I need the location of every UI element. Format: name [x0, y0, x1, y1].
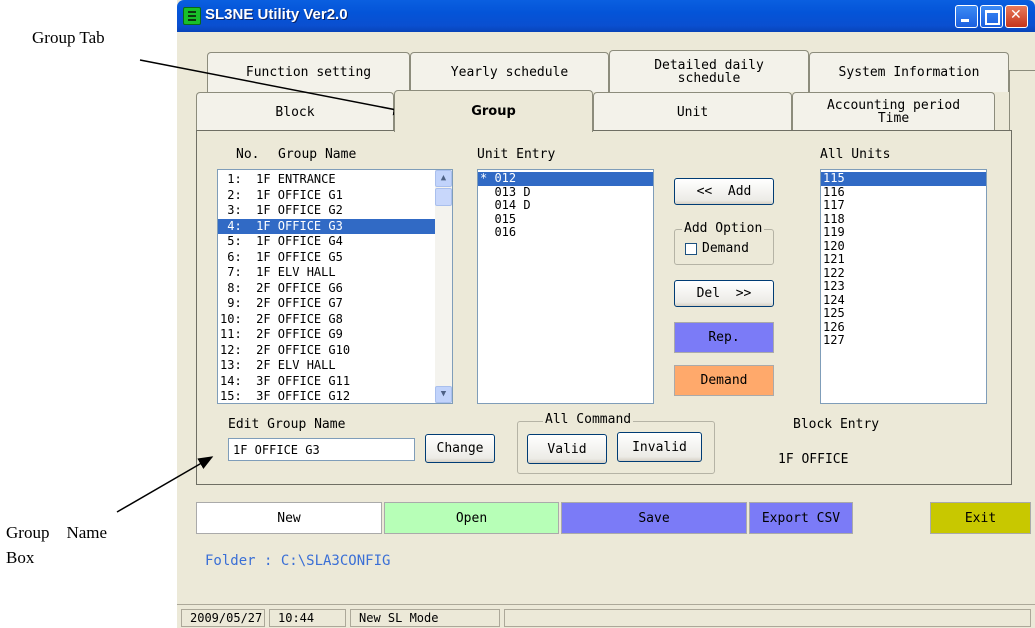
status-mode: New SL Mode: [350, 609, 500, 627]
annotation-group-tab: Group Tab: [32, 28, 105, 47]
unit-entry-list[interactable]: * 012 013 D 014 D 015 016: [477, 169, 654, 404]
scrollbar-thumb[interactable]: [435, 188, 452, 206]
group-list-item[interactable]: 2: 1F OFFICE G1: [218, 188, 436, 204]
all-units-item[interactable]: 117: [821, 198, 986, 213]
edit-group-name-label: Edit Group Name: [228, 417, 346, 432]
tab-row-edge: [1009, 70, 1035, 131]
group-name-input[interactable]: [228, 438, 415, 461]
tab-group[interactable]: Group: [394, 90, 593, 132]
all-units-list[interactable]: 115 116 117 118 119 120 121 122 123 124 125 126 127: [820, 169, 987, 404]
all-units-item[interactable]: 119: [821, 225, 986, 240]
all-units-item[interactable]: 120: [821, 239, 986, 254]
tab-unit[interactable]: Unit: [593, 92, 792, 131]
folder-path: Folder : C:\SLA3CONFIG: [205, 553, 391, 569]
tab-block[interactable]: Block: [196, 92, 394, 131]
rep-button[interactable]: Rep.: [674, 322, 774, 353]
group-list-item[interactable]: 15: 3F OFFICE G12: [218, 389, 436, 403]
unit-entry-item[interactable]: * 012: [478, 171, 653, 186]
all-units-item[interactable]: 121: [821, 252, 986, 267]
window-title: SL3NE Utility Ver2.0: [205, 6, 348, 23]
exit-button[interactable]: Exit: [930, 502, 1031, 534]
status-time: 10:44: [269, 609, 346, 627]
group-list-item[interactable]: 10: 2F OFFICE G8: [218, 312, 436, 328]
all-units-item[interactable]: 115: [821, 171, 986, 186]
block-entry-value: 1F OFFICE: [778, 452, 849, 467]
all-units-item[interactable]: 126: [821, 320, 986, 335]
header-unit-entry: Unit Entry: [477, 147, 556, 162]
annotation-group-name-box-1: Group Name: [6, 523, 108, 542]
scroll-down-icon[interactable]: ▼: [435, 386, 452, 403]
tab-detailed-daily-schedule[interactable]: Detailed daily schedule: [609, 50, 809, 92]
group-list-item[interactable]: 13: 2F ELV HALL: [218, 358, 436, 374]
valid-button[interactable]: Valid: [527, 434, 607, 464]
group-list-item[interactable]: 14: 3F OFFICE G11: [218, 374, 436, 390]
all-units-item[interactable]: 116: [821, 185, 986, 200]
group-list-scrollbar[interactable]: ▲ ▼: [435, 170, 452, 403]
demand-checkbox-label: Demand: [702, 241, 749, 256]
demand-button[interactable]: Demand: [674, 365, 774, 396]
unit-entry-item[interactable]: 014 D: [478, 198, 653, 213]
add-button[interactable]: << Add: [674, 178, 774, 205]
tab-function-setting[interactable]: Function setting: [207, 52, 410, 92]
scroll-up-icon[interactable]: ▲: [435, 170, 452, 187]
all-units-item[interactable]: 125: [821, 306, 986, 321]
all-units-item[interactable]: 123: [821, 279, 986, 294]
demand-checkbox[interactable]: [685, 243, 697, 255]
save-button[interactable]: Save: [561, 502, 747, 534]
group-list-item[interactable]: 1: 1F ENTRANCE: [218, 172, 436, 188]
close-button[interactable]: [1005, 5, 1028, 28]
group-list-item[interactable]: 11: 2F OFFICE G9: [218, 327, 436, 343]
header-group-name: Group Name: [278, 147, 357, 162]
unit-entry-rows: * 012 013 D 014 D 015 016: [478, 171, 653, 240]
group-list-item[interactable]: 4: 1F OFFICE G3: [218, 218, 436, 234]
group-list-rows: 1: 1F ENTRANCE 2: 1F OFFICE G1 3: 1F OFF…: [218, 172, 436, 403]
group-list-item[interactable]: 5: 1F OFFICE G4: [218, 234, 436, 250]
maximize-button[interactable]: [980, 5, 1003, 28]
group-list-item[interactable]: 3: 1F OFFICE G2: [218, 203, 436, 219]
all-units-item[interactable]: 124: [821, 293, 986, 308]
group-list-item[interactable]: 8: 2F OFFICE G6: [218, 281, 436, 297]
block-entry-label: Block Entry: [793, 417, 880, 432]
new-button[interactable]: New: [196, 502, 382, 534]
status-bar: 2009/05/27 10:44 New SL Mode: [177, 604, 1035, 628]
group-list-item[interactable]: 7: 1F ELV HALL: [218, 265, 436, 281]
annotation-group-name-box-2: Box: [6, 548, 35, 567]
group-list-item[interactable]: 6: 1F OFFICE G5: [218, 250, 436, 266]
group-list[interactable]: 1: 1F ENTRANCE 2: 1F OFFICE G1 3: 1F OFF…: [217, 169, 453, 404]
app-window: SL3NE Utility Ver2.0 Function setting Ye…: [177, 0, 1035, 628]
add-option-label: Add Option: [682, 221, 765, 236]
header-all-units: All Units: [820, 147, 891, 162]
tab-accounting-period-time[interactable]: Accounting period Time: [792, 92, 995, 131]
group-list-item[interactable]: 12: 2F OFFICE G10: [218, 343, 436, 359]
tab-system-information[interactable]: System Information: [809, 52, 1009, 92]
all-units-rows: 115 116 117 118 119 120 121 122 123 124 125 126 127: [821, 171, 986, 348]
all-command-label: All Command: [543, 412, 634, 427]
all-units-item[interactable]: 122: [821, 266, 986, 281]
unit-entry-item[interactable]: 015: [478, 212, 653, 227]
unit-entry-item[interactable]: 013 D: [478, 185, 653, 200]
header-no: No.: [236, 147, 260, 162]
title-bar[interactable]: SL3NE Utility Ver2.0: [177, 0, 1035, 32]
del-button[interactable]: Del >>: [674, 280, 774, 307]
all-units-item[interactable]: 118: [821, 212, 986, 227]
status-date: 2009/05/27: [181, 609, 265, 627]
all-units-item[interactable]: 127: [821, 333, 986, 348]
unit-entry-item[interactable]: 016: [478, 225, 653, 240]
status-extra: [504, 609, 1031, 627]
group-list-item[interactable]: 9: 2F OFFICE G7: [218, 296, 436, 312]
tab-yearly-schedule[interactable]: Yearly schedule: [410, 52, 609, 92]
app-icon: [183, 7, 201, 25]
change-button[interactable]: Change: [425, 434, 495, 463]
open-button[interactable]: Open: [384, 502, 559, 534]
invalid-button[interactable]: Invalid: [617, 432, 702, 462]
minimize-button[interactable]: [955, 5, 978, 28]
export-csv-button[interactable]: Export CSV: [749, 502, 853, 534]
